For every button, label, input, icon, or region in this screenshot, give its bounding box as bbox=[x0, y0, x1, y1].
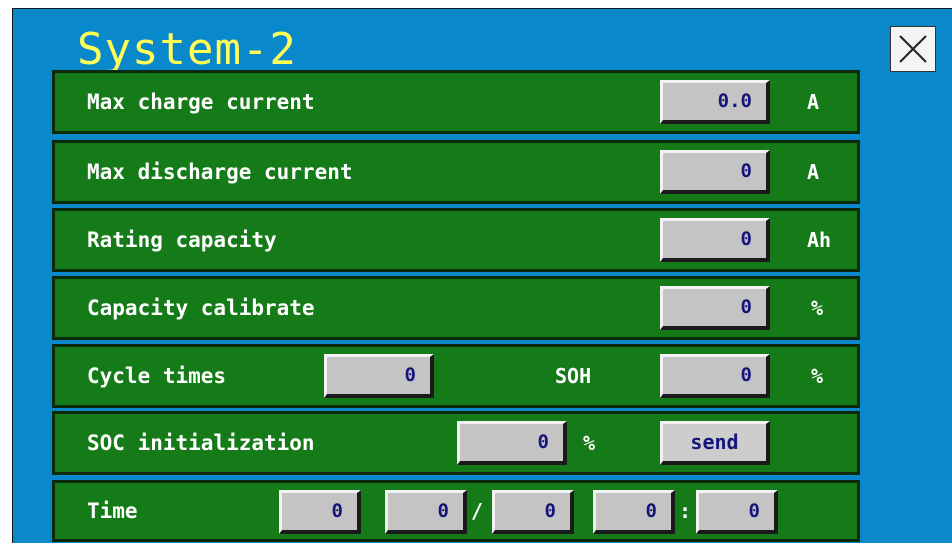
time-label: Time bbox=[87, 499, 138, 523]
capacity-calibrate-unit: % bbox=[811, 296, 824, 320]
window-title: System-2 bbox=[77, 24, 297, 75]
rating-capacity-unit: Ah bbox=[807, 228, 832, 252]
max-charge-current-unit: A bbox=[807, 90, 820, 114]
soc-initialization-input[interactable]: 0 bbox=[457, 421, 567, 465]
time-separator: : bbox=[679, 499, 692, 523]
row-max-charge-current: Max charge current 0.0 A bbox=[52, 70, 860, 134]
row-rating-capacity: Rating capacity 0 Ah bbox=[52, 208, 860, 272]
date-separator: / bbox=[471, 499, 484, 523]
max-charge-current-label: Max charge current bbox=[87, 90, 315, 114]
row-soc-initialization: SOC initialization 0 % send bbox=[52, 411, 860, 475]
max-discharge-current-input[interactable]: 0 bbox=[660, 150, 770, 194]
soh-unit: % bbox=[811, 364, 824, 388]
row-cycle-times: Cycle times 0 SOH 0 % bbox=[52, 344, 860, 408]
capacity-calibrate-input[interactable]: 0 bbox=[660, 286, 770, 330]
time-field-5[interactable]: 0 bbox=[696, 490, 778, 534]
cycle-times-label: Cycle times bbox=[87, 364, 227, 388]
time-field-4[interactable]: 0 bbox=[593, 490, 675, 534]
rating-capacity-label: Rating capacity bbox=[87, 228, 277, 252]
soc-initialization-label: SOC initialization bbox=[87, 431, 315, 455]
close-x-icon bbox=[899, 35, 927, 63]
cycle-times-input[interactable]: 0 bbox=[324, 354, 434, 398]
time-field-2[interactable]: 0 bbox=[385, 490, 467, 534]
time-field-3[interactable]: 0 bbox=[492, 490, 574, 534]
capacity-calibrate-label: Capacity calibrate bbox=[87, 296, 315, 320]
send-button[interactable]: send bbox=[660, 421, 770, 465]
max-discharge-current-unit: A bbox=[807, 160, 820, 184]
soh-input[interactable]: 0 bbox=[660, 354, 770, 398]
time-field-1[interactable]: 0 bbox=[279, 490, 361, 534]
row-max-discharge-current: Max discharge current 0 A bbox=[52, 140, 860, 204]
max-charge-current-input[interactable]: 0.0 bbox=[660, 80, 770, 124]
close-button[interactable] bbox=[890, 26, 936, 72]
row-time: Time 0 0 / 0 0 : 0 bbox=[52, 480, 860, 542]
soc-initialization-unit: % bbox=[583, 431, 596, 455]
soh-label: SOH bbox=[555, 364, 592, 388]
row-capacity-calibrate: Capacity calibrate 0 % bbox=[52, 276, 860, 340]
rating-capacity-input[interactable]: 0 bbox=[660, 218, 770, 262]
max-discharge-current-label: Max discharge current bbox=[87, 160, 353, 184]
